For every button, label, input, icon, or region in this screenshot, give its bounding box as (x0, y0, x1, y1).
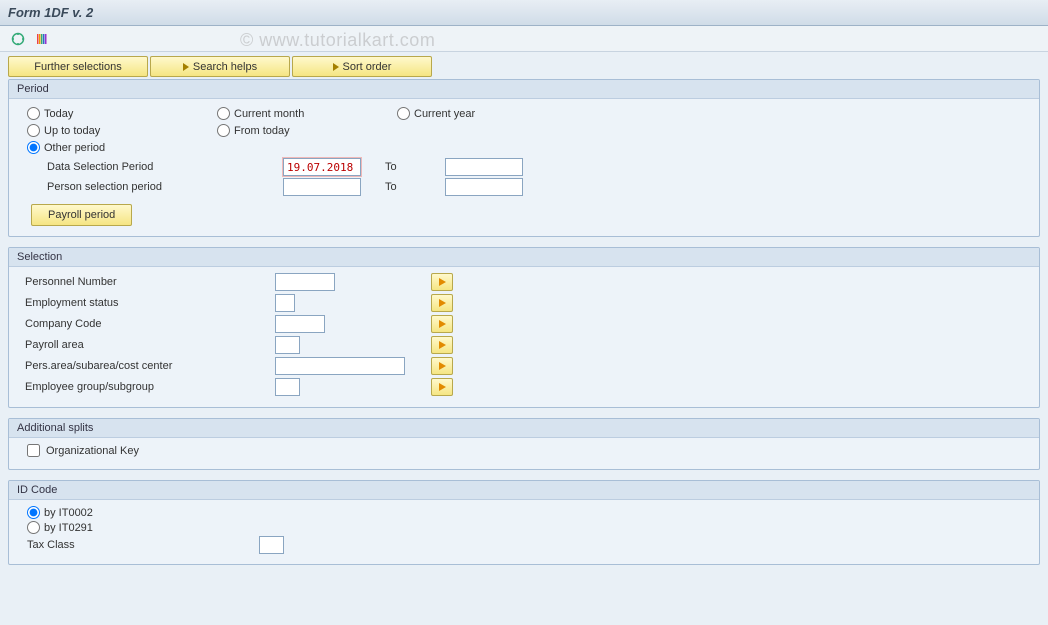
radio-label: Other period (44, 142, 105, 154)
radio-input[interactable] (27, 506, 40, 519)
selection-row: Company Code (25, 315, 1031, 333)
field-label: Pers.area/subarea/cost center (25, 360, 275, 372)
page-title: Form 1DF v. 2 (8, 5, 93, 20)
radio-other-period[interactable]: Other period (27, 141, 217, 154)
selection-group: Selection Personnel Number Employment sta… (8, 247, 1040, 408)
field-label: Payroll area (25, 339, 275, 351)
radio-from-today[interactable]: From today (217, 124, 397, 137)
arrow-right-icon (439, 341, 446, 349)
group-title-additional-splits: Additional splits (9, 419, 1039, 438)
radio-input[interactable] (27, 141, 40, 154)
button-row: Further selections Search helps Sort ord… (8, 56, 1040, 77)
radio-current-year[interactable]: Current year (397, 107, 577, 120)
field-label: Tax Class (27, 539, 259, 551)
radio-input[interactable] (27, 107, 40, 120)
data-selection-row: Data Selection Period To (47, 158, 1031, 176)
titlebar: Form 1DF v. 2 (0, 0, 1048, 26)
variant-icon[interactable] (34, 31, 50, 47)
checkbox-label: Organizational Key (46, 445, 139, 457)
selection-row: Personnel Number (25, 273, 1031, 291)
field-label: Person selection period (47, 181, 283, 193)
arrow-right-icon (439, 383, 446, 391)
selection-input[interactable] (275, 357, 405, 375)
selection-row: Payroll area (25, 336, 1031, 354)
selection-row: Employee group/subgroup (25, 378, 1031, 396)
content-area: Further selections Search helps Sort ord… (0, 52, 1048, 625)
selection-input[interactable] (275, 378, 300, 396)
payroll-period-button[interactable]: Payroll period (31, 204, 132, 226)
radio-input[interactable] (27, 521, 40, 534)
checkbox-input[interactable] (27, 444, 40, 457)
radio-it0291[interactable]: by IT0291 (27, 521, 1031, 534)
selection-row: Employment status (25, 294, 1031, 312)
field-label: Personnel Number (25, 276, 275, 288)
to-label: To (385, 161, 445, 173)
tax-class-row: Tax Class (27, 536, 1031, 554)
selection-input[interactable] (275, 294, 295, 312)
to-label: To (385, 181, 445, 193)
field-label: Data Selection Period (47, 161, 283, 173)
radio-current-month[interactable]: Current month (217, 107, 397, 120)
radio-input[interactable] (217, 124, 230, 137)
person-selection-to-input[interactable] (445, 178, 523, 196)
radio-today[interactable]: Today (27, 107, 217, 120)
execute-icon[interactable] (10, 31, 26, 47)
multiple-selection-button[interactable] (431, 378, 453, 396)
person-selection-from-input[interactable] (283, 178, 361, 196)
group-title-id-code: ID Code (9, 481, 1039, 500)
data-selection-from-input[interactable] (283, 158, 361, 176)
search-helps-button[interactable]: Search helps (150, 56, 290, 77)
radio-label: Up to today (44, 125, 100, 137)
period-radio-grid: Today Current month Current year Up to t… (27, 105, 1031, 156)
button-label: Search helps (193, 61, 257, 73)
field-label: Employment status (25, 297, 275, 309)
button-label: Payroll period (48, 209, 115, 221)
group-title-period: Period (9, 80, 1039, 99)
person-selection-row: Person selection period To (47, 178, 1031, 196)
toolbar: © www.tutorialkart.com (0, 26, 1048, 52)
additional-splits-group: Additional splits Organizational Key (8, 418, 1040, 470)
radio-label: From today (234, 125, 290, 137)
button-label: Further selections (34, 61, 121, 73)
multiple-selection-button[interactable] (431, 294, 453, 312)
arrow-right-icon (439, 278, 446, 286)
radio-label: Current year (414, 108, 475, 120)
multiple-selection-button[interactable] (431, 357, 453, 375)
radio-up-to-today[interactable]: Up to today (27, 124, 217, 137)
tax-class-input[interactable] (259, 536, 284, 554)
further-selections-button[interactable]: Further selections (8, 56, 148, 77)
field-label: Company Code (25, 318, 275, 330)
selection-input[interactable] (275, 336, 300, 354)
sort-order-button[interactable]: Sort order (292, 56, 432, 77)
organizational-key-checkbox[interactable]: Organizational Key (27, 444, 1031, 457)
multiple-selection-button[interactable] (431, 336, 453, 354)
period-group: Period Today Current month Current year … (8, 79, 1040, 237)
button-label: Sort order (343, 61, 392, 73)
id-code-group: ID Code by IT0002 by IT0291 Tax Class (8, 480, 1040, 565)
arrow-right-icon (183, 63, 189, 71)
multiple-selection-button[interactable] (431, 273, 453, 291)
group-title-selection: Selection (9, 248, 1039, 267)
radio-label: by IT0291 (44, 522, 93, 534)
arrow-right-icon (439, 299, 446, 307)
arrow-right-icon (333, 63, 339, 71)
arrow-right-icon (439, 362, 446, 370)
selection-input[interactable] (275, 273, 335, 291)
arrow-right-icon (439, 320, 446, 328)
radio-input[interactable] (217, 107, 230, 120)
data-selection-to-input[interactable] (445, 158, 523, 176)
selection-input[interactable] (275, 315, 325, 333)
multiple-selection-button[interactable] (431, 315, 453, 333)
field-label: Employee group/subgroup (25, 381, 275, 393)
radio-label: Current month (234, 108, 304, 120)
radio-label: by IT0002 (44, 507, 93, 519)
selection-row: Pers.area/subarea/cost center (25, 357, 1031, 375)
radio-input[interactable] (27, 124, 40, 137)
radio-input[interactable] (397, 107, 410, 120)
radio-label: Today (44, 108, 73, 120)
radio-it0002[interactable]: by IT0002 (27, 506, 1031, 519)
watermark: © www.tutorialkart.com (240, 30, 435, 51)
